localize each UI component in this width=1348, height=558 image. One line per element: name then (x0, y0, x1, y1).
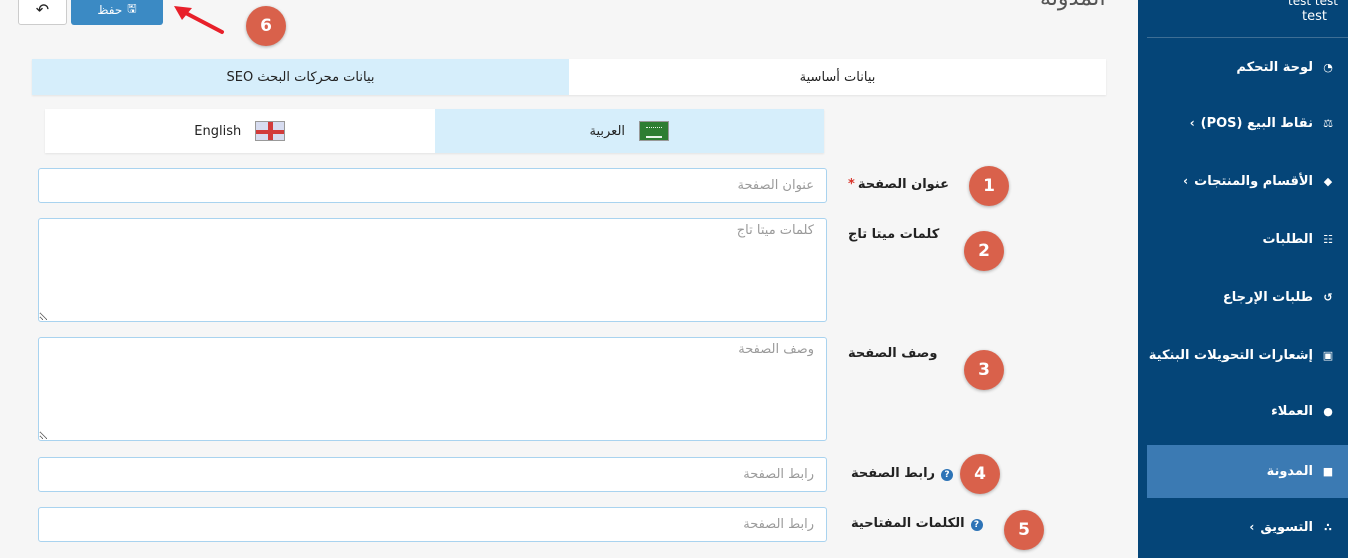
user-block: test test test (1150, 0, 1348, 30)
sidebar-item-label: طلبات الإرجاع (1222, 289, 1313, 305)
meta-keywords-textarea[interactable] (38, 218, 827, 322)
page-description-label: وصف الصفحة (848, 346, 938, 361)
callout-4: 4 (960, 454, 1000, 494)
sidebar-item-customers[interactable]: ● العملاء (1147, 387, 1348, 435)
save-button[interactable]: 🖫 حفظ (71, 0, 163, 25)
chevron-left-icon: › (1249, 520, 1255, 534)
undo-icon: ↺ (1323, 290, 1333, 304)
sidebar: test test test ◔ لوحة التحكم ⚖ نقاط البي… (1138, 0, 1348, 558)
user-icon: ● (1323, 404, 1333, 418)
tab-seo[interactable]: بيانات محركات البحث SEO (32, 59, 569, 95)
tab-lang-arabic-label: العربية (589, 123, 626, 139)
chevron-left-icon: › (1183, 174, 1189, 188)
sidebar-item-label: لوحة التحكم (1236, 59, 1313, 75)
keywords-label-text: الكلمات المفتاحية (851, 516, 965, 531)
page-title-label-text: عنوان الصفحة (857, 177, 949, 192)
user-name: test test (1288, 0, 1338, 8)
sidebar-item-blog[interactable]: ■ المدونة (1147, 445, 1348, 498)
callout-6: 6 (246, 6, 286, 46)
page-link-label: ? رابط الصفحة (851, 466, 954, 481)
sidebar-item-categories-products[interactable]: ◆ الأقسام والمنتجات › (1147, 157, 1348, 205)
sidebar-item-pos[interactable]: ⚖ نقاط البيع (POS) › (1147, 99, 1348, 147)
sidebar-item-label: التسويق (1260, 519, 1313, 535)
undo-arrow-icon: ↶ (35, 0, 50, 19)
page-title-label: عنوان الصفحة* (848, 177, 949, 192)
sidebar-item-dashboard[interactable]: ◔ لوحة التحكم (1147, 43, 1348, 91)
sidebar-item-bank-transfers[interactable]: ▣ إشعارات التحويلات البنكية (1147, 331, 1348, 379)
floppy-disk-icon: 🖫 (127, 2, 137, 15)
callout-1: 1 (969, 166, 1009, 206)
help-icon[interactable]: ? (970, 519, 983, 531)
sidebar-item-orders[interactable]: ☷ الطلبات (1147, 215, 1348, 263)
required-marker: * (848, 177, 855, 192)
cart-icon: ☷ (1323, 232, 1333, 246)
callout-5: 5 (1004, 510, 1044, 550)
tab-lang-english-label: English (194, 123, 242, 139)
meta-keywords-label: كلمات ميتا تاج (848, 227, 940, 242)
sidebar-item-label: العملاء (1271, 403, 1313, 419)
callout-2: 2 (964, 231, 1004, 271)
annotation-arrow (174, 6, 224, 34)
sidebar-item-label: الطلبات (1262, 231, 1313, 247)
page-description-textarea[interactable] (38, 337, 827, 441)
sidebar-item-marketing[interactable]: ∴ التسويق › (1147, 503, 1348, 551)
save-button-label: حفظ (97, 2, 123, 17)
sidebar-item-label: نقاط البيع (POS) (1200, 115, 1313, 131)
sidebar-item-label: المدونة (1266, 464, 1313, 479)
keywords-label: ? الكلمات المفتاحية (851, 516, 983, 531)
book-icon: ■ (1322, 465, 1334, 478)
back-button[interactable]: ↶ (18, 0, 67, 25)
tab-lang-english[interactable]: English (45, 109, 435, 153)
user-role: test (1302, 9, 1327, 24)
help-icon[interactable]: ? (941, 469, 954, 481)
page-title-input[interactable] (38, 168, 827, 203)
share-icon: ∴ (1324, 520, 1332, 534)
chevron-left-icon: › (1189, 116, 1195, 130)
money-icon: ▣ (1322, 348, 1334, 362)
keywords-input[interactable] (38, 507, 827, 542)
page-link-label-text: رابط الصفحة (851, 466, 936, 481)
sidebar-item-returns[interactable]: ↺ طلبات الإرجاع (1147, 273, 1348, 321)
tab-lang-arabic[interactable]: العربية (434, 109, 824, 153)
sidebar-item-label: إشعارات التحويلات البنكية (1148, 347, 1313, 363)
saudi-flag-icon (639, 121, 670, 141)
tag-icon: ◆ (1323, 174, 1333, 188)
language-tabs: English العربية (45, 109, 824, 153)
dashboard-icon: ◔ (1323, 60, 1333, 74)
main-tabs: بيانات محركات البحث SEO بيانات أساسية (32, 59, 1106, 95)
callout-3: 3 (964, 350, 1004, 390)
uk-flag-icon (255, 121, 286, 141)
page-title: المدونة (1040, 0, 1106, 11)
balance-scale-icon: ⚖ (1323, 116, 1333, 130)
sidebar-divider (1147, 37, 1348, 38)
tab-basic-data[interactable]: بيانات أساسية (569, 59, 1106, 95)
sidebar-item-label: الأقسام والمنتجات (1194, 173, 1313, 189)
page-link-input[interactable] (38, 457, 827, 492)
